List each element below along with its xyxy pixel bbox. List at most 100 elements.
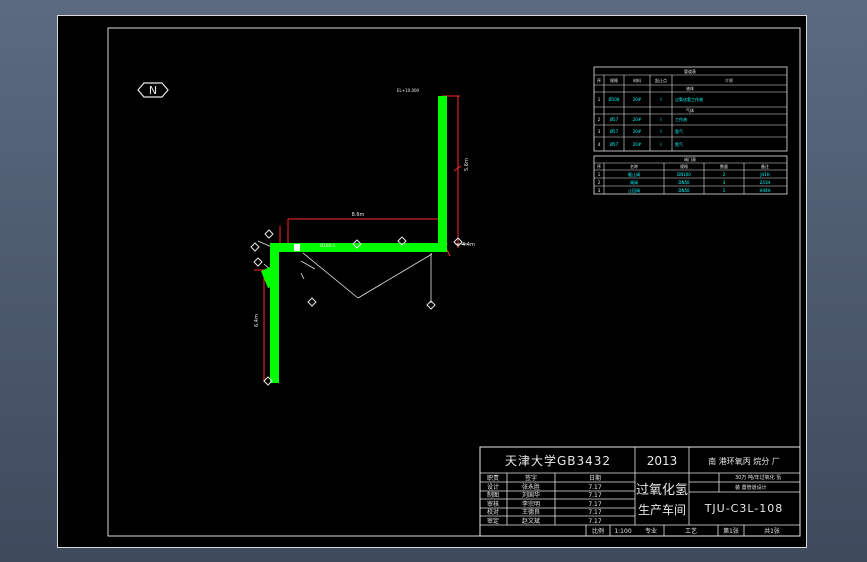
pipe-table-row: 2 Ø57 20# I 工作液	[598, 116, 687, 122]
drawing-number: TJU-C3L-108	[704, 502, 784, 515]
dim-left-run: 6.4m	[254, 314, 260, 327]
drawing-name-line1: 过氧化氢	[636, 483, 688, 498]
svg-text:Ø108: Ø108	[609, 97, 620, 102]
sign-row: 设计 张永胜 7.17	[487, 483, 602, 491]
valve-table-header: 序	[597, 163, 601, 169]
bottom-row: 比例 1:100 专业 工艺 第1张 共1张	[592, 527, 780, 535]
svg-text:7.17: 7.17	[588, 518, 602, 525]
pipe-valve	[294, 244, 300, 251]
svg-text:第1张: 第1张	[723, 527, 739, 535]
pipe-tag: Ø108-3	[320, 243, 335, 248]
pipe-table-header: 序	[597, 77, 601, 83]
svg-text:刘国华: 刘国华	[522, 491, 540, 499]
marker-3	[264, 229, 274, 239]
project-label: 南 港环氧丙 烷分 厂	[708, 456, 780, 466]
svg-text:Ø57: Ø57	[610, 129, 619, 134]
svg-text:I: I	[660, 142, 661, 147]
svg-text:3: 3	[723, 180, 726, 185]
dim-vertical-top: 5.6m	[464, 158, 470, 171]
svg-text:2: 2	[723, 172, 726, 177]
north-marker: N	[137, 82, 169, 98]
svg-text:1: 1	[723, 188, 726, 193]
sign-row: 校对 王德良 7.17	[487, 508, 602, 516]
svg-text:1:100: 1:100	[614, 528, 631, 535]
svg-text:闸阀: 闸阀	[630, 179, 638, 185]
svg-text:4: 4	[598, 142, 601, 147]
marker-5	[253, 257, 263, 267]
leader-lines	[257, 96, 468, 303]
marker-6	[307, 297, 317, 307]
pipe-route	[261, 96, 447, 383]
pipe-table-section: 气体	[686, 107, 694, 113]
svg-text:设计: 设计	[487, 483, 499, 491]
svg-text:校对: 校对	[487, 508, 499, 516]
valve-table-header: 数量	[720, 163, 728, 169]
svg-text:张永胜: 张永胜	[522, 483, 540, 491]
svg-text:签字: 签字	[525, 474, 537, 482]
sign-row: 审核 李宗明 7.17	[487, 500, 602, 508]
svg-text:H44H: H44H	[759, 188, 770, 193]
valve-table-row: 2 闸阀 DN50 3 Z41H	[598, 179, 771, 185]
svg-text:20#: 20#	[633, 129, 642, 134]
svg-text:氢气: 氢气	[675, 128, 683, 134]
university-label: 天津大学GB3432	[505, 453, 611, 468]
svg-text:工艺: 工艺	[685, 527, 697, 535]
svg-text:20#: 20#	[633, 142, 642, 147]
svg-text:李宗明: 李宗明	[522, 500, 540, 508]
svg-text:2: 2	[598, 117, 601, 122]
drawing-sheet: N 5.6m 8.6m 4.4m 6.4m EL+10.000 Ø108-3 管…	[57, 15, 807, 548]
svg-text:I: I	[660, 129, 661, 134]
svg-text:DN100: DN100	[677, 172, 691, 177]
pipe-vertical-left	[270, 243, 279, 383]
pipe-table-row: 1 Ø108 20# I 过氧化氢工作液	[598, 96, 703, 102]
svg-text:Ø57: Ø57	[610, 142, 619, 147]
svg-text:比例: 比例	[592, 527, 604, 535]
valve-table: 阀门表 序 名称 规格 数量 备注 1 截止阀 DN100 2 J41H 2 闸…	[593, 155, 788, 195]
svg-text:1: 1	[598, 97, 601, 102]
svg-text:J41H: J41H	[759, 172, 769, 177]
cad-drawing: N 5.6m 8.6m 4.4m 6.4m EL+10.000 Ø108-3 管…	[107, 27, 801, 537]
pipe-table-title: 管道表	[684, 68, 696, 74]
svg-text:共1张: 共1张	[764, 527, 780, 535]
svg-text:制图: 制图	[487, 491, 499, 499]
svg-text:7.17: 7.17	[588, 492, 602, 499]
title-block: 天津大学GB3432 2013 南 港环氧丙 烷分 厂 30万 吨/年过氧化 氢…	[479, 446, 801, 537]
pipe-table-row: 4 Ø57 20# I 氮气	[598, 141, 683, 147]
pipe-table-header: 规格	[610, 77, 618, 83]
svg-text:2: 2	[598, 180, 601, 185]
svg-text:I: I	[660, 117, 661, 122]
pipe-table-section: 液体	[686, 85, 694, 91]
valve-table-header: 名称	[630, 163, 638, 169]
svg-text:I: I	[660, 97, 661, 102]
dim-elevation-right: 4.4m	[462, 242, 475, 248]
svg-text:Z41H: Z41H	[760, 180, 771, 185]
diamond-markers	[250, 229, 463, 386]
year-label: 2013	[647, 454, 678, 468]
svg-text:截止阀: 截止阀	[628, 171, 640, 177]
sign-row: 制图 刘国华 7.17	[487, 491, 602, 499]
svg-text:7.17: 7.17	[588, 484, 602, 491]
pipe-table-header: 起止点	[655, 77, 667, 83]
valve-table-title: 阀门表	[684, 156, 696, 162]
north-label: N	[149, 84, 157, 97]
svg-text:王德良: 王德良	[522, 508, 540, 516]
valve-table-row: 3 止回阀 DN50 1 H44H	[598, 187, 771, 193]
svg-text:审核: 审核	[487, 500, 499, 508]
pipe-table-header: 材料	[633, 77, 641, 83]
svg-text:日期: 日期	[589, 474, 601, 482]
svg-text:职责: 职责	[487, 474, 499, 482]
svg-text:3: 3	[598, 188, 601, 193]
svg-text:审定: 审定	[487, 517, 499, 525]
sign-row: 审定 赵文斌 7.17	[487, 517, 602, 525]
svg-text:20#: 20#	[633, 117, 642, 122]
subproject-line2: 装 置管道设计	[735, 484, 767, 491]
svg-text:氮气: 氮气	[675, 141, 683, 147]
svg-text:工作液: 工作液	[675, 116, 687, 122]
pipe-table: 管道表 序 规格 材料 起止点 介质 液体 气体 1 Ø108 20# I 过氧…	[593, 66, 788, 152]
dimension-lines	[254, 95, 462, 382]
marker-4	[250, 242, 260, 252]
svg-text:7.17: 7.17	[588, 509, 602, 516]
svg-text:Ø57: Ø57	[610, 117, 619, 122]
valve-table-header: 备注	[761, 163, 769, 169]
drawing-name-line2: 生产车间	[638, 502, 686, 517]
